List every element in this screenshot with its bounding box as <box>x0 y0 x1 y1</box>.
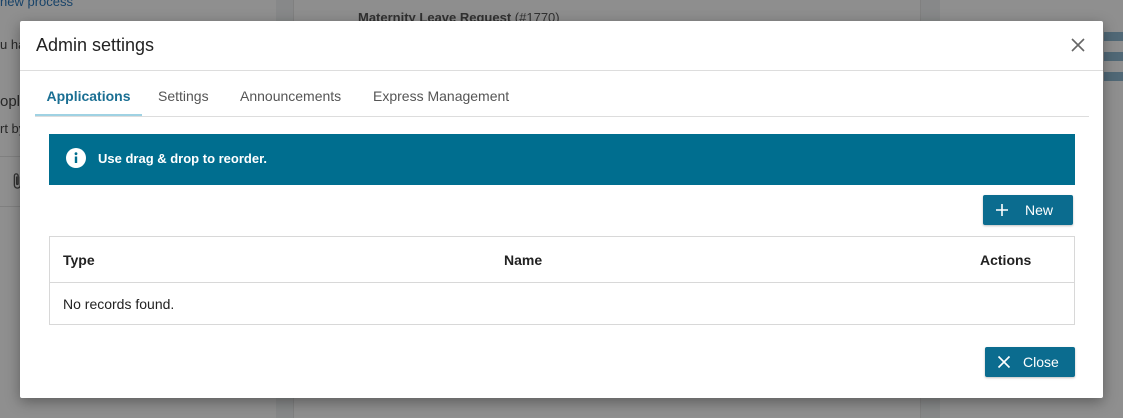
admin-settings-dialog: Admin settings Applications Settings Ann… <box>20 21 1103 398</box>
plus-icon <box>995 203 1009 217</box>
table-header: Type Name Actions <box>50 237 1074 283</box>
tab-settings[interactable]: Settings <box>158 80 210 116</box>
info-banner: Use drag & drop to reorder. <box>49 134 1075 185</box>
new-button-label: New <box>1025 202 1054 218</box>
column-header-name[interactable]: Name <box>504 252 542 268</box>
info-icon <box>66 148 86 168</box>
dialog-title: Admin settings <box>36 35 155 55</box>
tab-announcements[interactable]: Announcements <box>240 80 344 116</box>
close-icon <box>997 355 1011 369</box>
new-button[interactable]: New <box>983 195 1073 225</box>
info-banner-text: Use drag & drop to reorder. <box>98 151 268 166</box>
close-button[interactable]: Close <box>985 347 1075 377</box>
close-button-label: Close <box>1023 354 1059 370</box>
tab-express-management[interactable]: Express Management <box>373 80 513 116</box>
tab-applications[interactable]: Applications <box>35 80 142 116</box>
close-icon[interactable] <box>1068 35 1088 55</box>
column-header-actions: Actions <box>980 252 1032 268</box>
settings-tabs: Applications Settings Announcements Expr… <box>35 80 1089 117</box>
dialog-header: Admin settings <box>20 21 1103 71</box>
empty-message: No records found. <box>63 296 175 312</box>
applications-table: Type Name Actions No records found. <box>49 236 1075 325</box>
column-header-type[interactable]: Type <box>63 252 95 268</box>
